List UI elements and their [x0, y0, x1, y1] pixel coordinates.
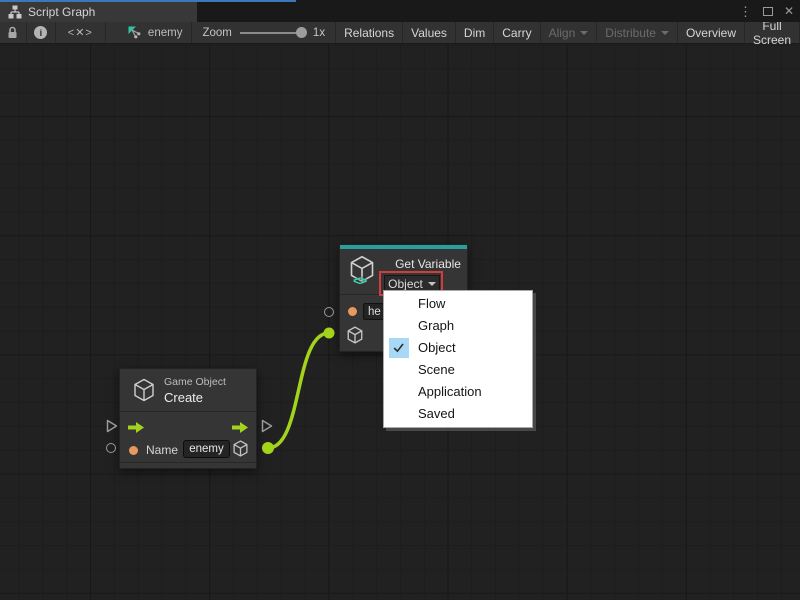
string-port-dot[interactable] — [129, 446, 138, 455]
zoom-label: Zoom — [202, 27, 231, 39]
menu-item-graph[interactable]: Graph — [384, 315, 532, 337]
name-value-field[interactable] — [183, 440, 230, 458]
carry-button[interactable]: Carry — [494, 22, 540, 43]
name-port-label: Name — [146, 443, 178, 457]
zoom-level: 1x — [313, 27, 325, 39]
values-button[interactable]: Values — [403, 22, 456, 43]
node-title: Get Variable — [390, 257, 466, 271]
breadcrumb-graph-name: enemy — [148, 27, 183, 39]
info-icon: i — [34, 26, 47, 39]
relations-button[interactable]: Relations — [336, 22, 403, 43]
chevron-down-icon — [580, 31, 588, 35]
game-object-cube-icon — [132, 378, 156, 402]
lock-icon — [7, 26, 18, 39]
menu-item-flow[interactable]: Flow — [384, 293, 532, 315]
gameobject-output-port-dot — [262, 442, 274, 454]
script-graph-icon — [8, 5, 22, 19]
window-titlebar: Script Graph ⋮ ✕ — [0, 0, 800, 22]
menu-item-object[interactable]: Object — [384, 337, 532, 359]
code-preview-icon: <✕> — [68, 26, 93, 39]
zoom-slider-handle[interactable] — [296, 27, 307, 38]
maximize-icon[interactable] — [763, 7, 773, 16]
gameobject-port-cube-icon[interactable] — [346, 326, 364, 344]
variable-kind-menu: Flow Graph Object Scene Application Save… — [383, 290, 533, 428]
node-create-game-object[interactable]: Game Object Create Name — [119, 368, 257, 469]
distribute-button[interactable]: Distribute — [597, 22, 678, 43]
flow-input-port-triangle[interactable] — [106, 419, 118, 433]
overview-button[interactable]: Overview — [678, 22, 745, 43]
code-preview-button[interactable]: <✕> — [56, 22, 106, 43]
full-screen-button[interactable]: Full Screen — [745, 22, 800, 43]
zoom-slider[interactable] — [240, 32, 305, 34]
align-button[interactable]: Align — [541, 22, 598, 43]
zoom-control: Zoom 1x — [192, 22, 336, 43]
menu-item-scene[interactable]: Scene — [384, 359, 532, 381]
window-menu-icon[interactable]: ⋮ — [739, 5, 752, 18]
lock-button[interactable] — [0, 22, 27, 43]
chevron-down-icon — [428, 282, 436, 286]
dim-button[interactable]: Dim — [456, 22, 494, 43]
graph-toolbar: i <✕> enemy Zoom 1x Relations Values Dim… — [0, 22, 800, 44]
string-port-dot[interactable] — [348, 307, 357, 316]
breadcrumb[interactable]: enemy — [106, 22, 193, 43]
node-supertitle: Game Object — [164, 376, 226, 388]
chevron-down-icon — [661, 31, 669, 35]
gameobject-input-port-dot — [324, 328, 335, 339]
tab-script-graph[interactable]: Script Graph — [0, 2, 197, 22]
info-button[interactable]: i — [27, 22, 56, 43]
node-title: Create — [164, 390, 203, 405]
gameobject-output-cube-icon[interactable] — [232, 440, 249, 457]
name-input-port-circle[interactable] — [106, 443, 116, 453]
menu-item-saved[interactable]: Saved — [384, 403, 532, 425]
flow-output-port-triangle[interactable] — [261, 419, 273, 433]
graph-canvas[interactable]: <> Get Variable Object Game Object Creat… — [0, 44, 800, 600]
check-icon — [389, 338, 409, 358]
graph-icon — [128, 26, 142, 40]
node-footer — [120, 462, 256, 468]
variable-name-port-circle[interactable] — [324, 307, 334, 317]
flow-input-arrow-icon[interactable] — [128, 422, 144, 433]
menu-item-application[interactable]: Application — [384, 381, 532, 403]
tab-label: Script Graph — [28, 5, 95, 19]
flow-output-arrow-icon[interactable] — [232, 422, 248, 433]
close-icon[interactable]: ✕ — [784, 5, 794, 17]
get-variable-brackets-icon: <> — [353, 273, 366, 288]
